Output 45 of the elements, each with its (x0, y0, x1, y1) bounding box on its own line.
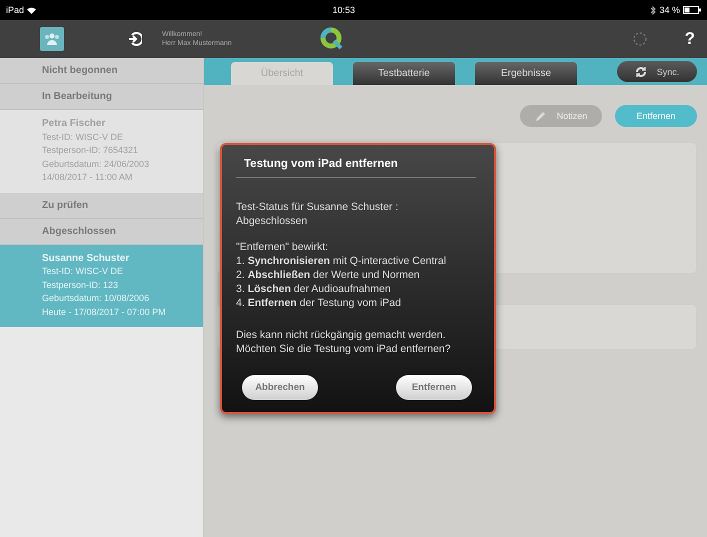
step-text: 3. Löschen der Audioaufnahmen (236, 282, 392, 296)
section-header[interactable]: Zu prüfen (0, 192, 203, 218)
test-detail: Geburtsdatum: 10/08/2006 (42, 292, 150, 305)
clock: 10:53 (332, 5, 356, 15)
test-person-name: Susanne Schuster (42, 252, 130, 265)
help-button[interactable]: ? (684, 29, 695, 49)
carrier-label: iPad (6, 5, 24, 15)
test-item[interactable]: Petra Fischer Test-ID: WISC-V DE Testperson-ID: 7654321 Geburtsdatum: 24/06/2003 14/08/2017 - 11:00 AM (0, 110, 203, 192)
cancel-button[interactable]: Abbrechen (242, 375, 318, 400)
loading-spinner-icon (632, 32, 647, 46)
wifi-icon (27, 6, 36, 14)
test-item[interactable]: Susanne Schuster Test-ID: WISC-V DE Testperson-ID: 123 Geburtsdatum: 10/08/2006 Heute - 17/08/2017 - 07:00 PM (0, 244, 203, 327)
pencil-icon (534, 110, 547, 122)
bluetooth-icon (651, 6, 656, 14)
test-detail: Test-ID: WISC-V DE (42, 130, 124, 144)
test-detail: 14/08/2017 - 11:00 AM (42, 171, 134, 184)
tab[interactable]: Testbatterie (353, 62, 455, 85)
section-header[interactable]: In Bearbeitung (0, 84, 203, 110)
effects-heading: "Entfernen" bewirkt: (236, 240, 330, 254)
test-detail: Testperson-ID: 7654321 (42, 144, 140, 157)
step-text: 4. Entfernen der Testung vom iPad (236, 296, 402, 310)
test-detail: Heute - 17/08/2017 - 07:00 PM (42, 306, 167, 318)
warning-text: Dies kann nicht rückgängig gemacht werden. (236, 328, 447, 342)
logo-icon (320, 27, 344, 51)
test-detail: Geburtsdatum: 24/06/2003 (42, 158, 150, 170)
logout-button[interactable] (128, 32, 142, 46)
status-text: Test-Status für Susanne Schuster : Abgeschlossen (236, 200, 400, 228)
test-detail: Testperson-ID: 123 (42, 278, 120, 292)
step-text: 2. Abschließen der Werte und Normen (236, 268, 421, 282)
test-person-name: Petra Fischer (42, 117, 106, 130)
step-text: 1. Synchronisieren mit Q-interactive Central (236, 254, 448, 268)
test-detail: Test-ID: WISC-V DE (42, 265, 124, 278)
dialog-title: Testung vom iPad entfernen (236, 157, 476, 178)
confirm-button[interactable]: Entfernen (396, 375, 472, 400)
sync-icon (634, 66, 647, 78)
sync-button[interactable]: Sync. (617, 61, 697, 82)
remove-button[interactable]: Entfernen (615, 105, 697, 127)
tab[interactable]: Ergebnisse (475, 62, 577, 85)
section-header[interactable]: Nicht begonnen (0, 58, 203, 84)
battery-icon (683, 6, 701, 14)
users-icon (44, 33, 60, 45)
warning-text: Möchten Sie die Testung vom iPad entfernen? (236, 342, 452, 356)
section-header[interactable]: Abgeschlossen (0, 218, 203, 244)
battery-label: 34 % (659, 5, 680, 15)
logout-icon (128, 32, 142, 46)
